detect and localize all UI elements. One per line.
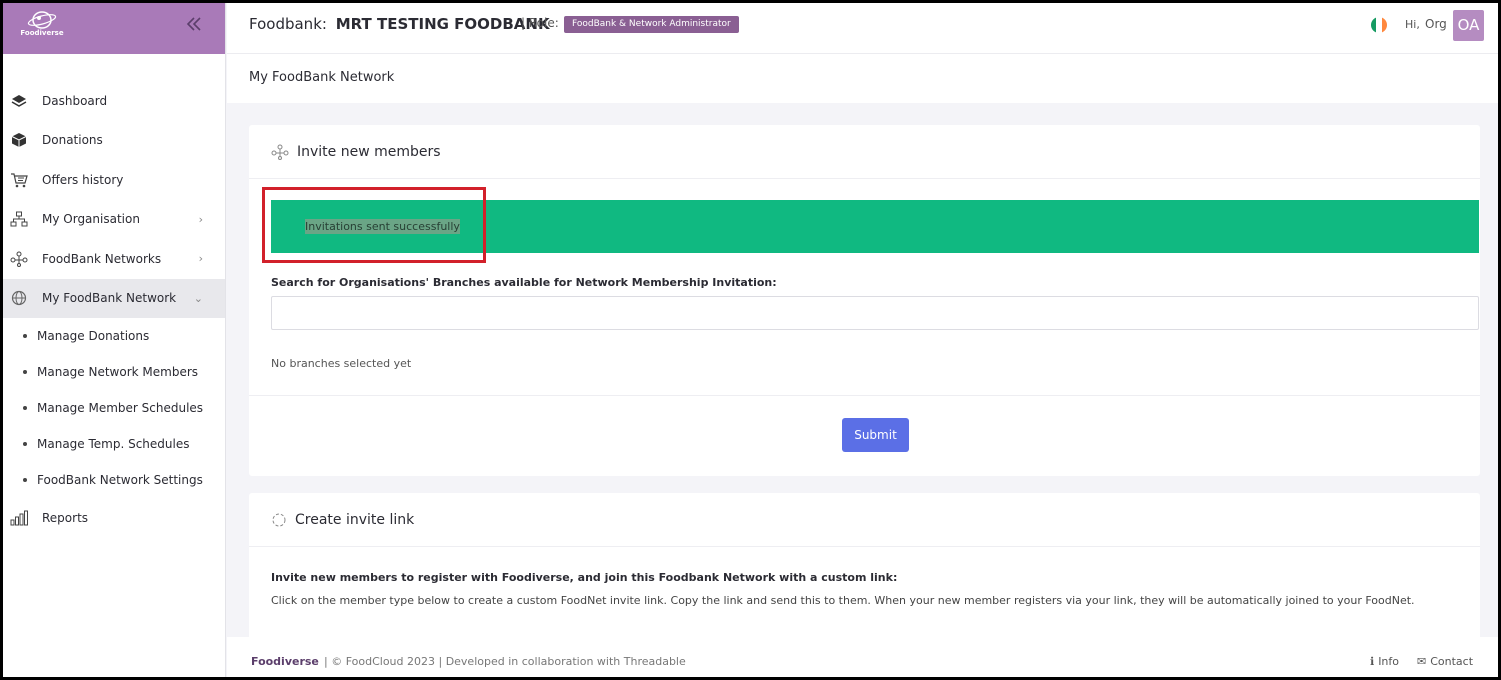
page-title: My FoodBank Network (249, 70, 395, 85)
submit-button[interactable]: Submit (842, 418, 909, 452)
greeting: Hi, (1405, 18, 1420, 31)
info-link[interactable]: ℹ Info (1370, 655, 1399, 668)
collapse-sidebar-button[interactable] (185, 15, 205, 35)
user-name[interactable]: Org (1425, 17, 1447, 31)
sidebar: Foodiverse Dashboard Donations Offers hi… (3, 3, 226, 677)
search-label: Search for Organisations' Branches avail… (271, 276, 777, 289)
role-label: | Role: (521, 16, 559, 30)
role-badge: FoodBank & Network Administrator (564, 16, 739, 33)
sidebar-item-donations[interactable]: Donations (3, 121, 225, 161)
no-branches-text: No branches selected yet (271, 357, 412, 370)
bullet-icon (23, 478, 27, 482)
card-header: Create invite link (249, 493, 1480, 547)
footer: Foodiverse | © FoodCloud 2023 | Develope… (227, 637, 1498, 677)
topbar: Foodbank: MRT TESTING FOODBANK | Role: F… (227, 3, 1498, 54)
chevron-right-icon: › (198, 252, 203, 266)
cart-icon (9, 170, 29, 190)
sidebar-item-label: Donations (42, 133, 103, 148)
contact-link[interactable]: ✉ Contact (1417, 655, 1473, 668)
sidebar-item-my-foodbank-network[interactable]: My FoodBank Network ⌄ (3, 278, 225, 318)
invite-link-heading: Invite new members to register with Food… (271, 571, 898, 584)
sidebar-subitem-label: Manage Network Members (37, 365, 199, 379)
sidebar-subitem-manage-network-members[interactable]: Manage Network Members (3, 354, 225, 390)
info-icon: ℹ (1370, 655, 1375, 668)
sidebar-subitem-label: Manage Member Schedules (37, 401, 204, 415)
sidebar-subitem-label: Manage Donations (37, 329, 150, 343)
divider (249, 395, 1480, 396)
box-icon (9, 130, 29, 150)
foodiverse-logo[interactable]: Foodiverse (17, 9, 67, 45)
card-header: Invite new members (249, 125, 1480, 179)
app-window: Foodiverse Dashboard Donations Offers hi… (3, 3, 1498, 677)
sidebar-subitem-label: Manage Temp. Schedules (37, 437, 190, 451)
sidebar-item-dashboard[interactable]: Dashboard (3, 81, 225, 121)
card-title: Invite new members (297, 143, 441, 160)
avatar[interactable]: OA (1453, 10, 1484, 41)
bar-chart-icon (9, 508, 29, 528)
ireland-flag-icon[interactable] (1371, 17, 1387, 33)
globe-icon (9, 288, 29, 308)
branch-search-input[interactable] (271, 296, 1479, 330)
sidebar-item-label: My FoodBank Network (42, 291, 177, 306)
foodbank-label: Foodbank: (249, 15, 327, 33)
brand-bar: Foodiverse (3, 3, 225, 54)
sidebar-item-label: Offers history (42, 172, 124, 187)
sidebar-item-offers-history[interactable]: Offers history (3, 160, 225, 200)
sidebar-item-reports[interactable]: Reports (3, 498, 225, 538)
chevron-right-icon: › (198, 212, 203, 226)
info-label: Info (1378, 655, 1400, 668)
envelope-icon: ✉ (1417, 655, 1427, 668)
footer-copyright: | © FoodCloud 2023 | Developed in collab… (324, 655, 686, 668)
chevron-down-icon: ⌄ (193, 291, 203, 305)
sidebar-item-foodbank-networks[interactable]: FoodBank Networks › (3, 239, 225, 279)
foodbank-name: MRT TESTING FOODBANK (335, 15, 550, 33)
sidebar-subitem-manage-donations[interactable]: Manage Donations (3, 318, 225, 354)
sidebar-subitem-manage-temp-schedules[interactable]: Manage Temp. Schedules (3, 426, 225, 462)
invite-members-card: Invite new members Invitations sent succ… (249, 125, 1480, 476)
card-title: Create invite link (295, 511, 415, 528)
network-icon (9, 249, 29, 269)
annotation-highlight-box (262, 187, 486, 263)
bullet-icon (23, 442, 27, 446)
globe-logo-icon (27, 11, 57, 29)
layers-icon (9, 91, 29, 111)
sidebar-item-label: Reports (42, 510, 89, 525)
footer-brand[interactable]: Foodiverse (251, 655, 319, 668)
sidebar-subitem-label: FoodBank Network Settings (37, 473, 203, 487)
sidebar-item-label: My Organisation (42, 212, 140, 227)
logo-text: Foodiverse (20, 29, 64, 37)
org-chart-icon (9, 209, 29, 229)
sidebar-item-label: Dashboard (42, 93, 108, 108)
sidebar-subitem-manage-member-schedules[interactable]: Manage Member Schedules (3, 390, 225, 426)
refresh-icon (271, 512, 287, 528)
page-header: My FoodBank Network (227, 54, 1498, 103)
invite-link-card: Create invite link Invite new members to… (249, 493, 1480, 643)
bullet-icon (23, 370, 27, 374)
contact-label: Contact (1430, 655, 1474, 668)
network-icon (271, 144, 289, 160)
sidebar-item-my-organisation[interactable]: My Organisation › (3, 200, 225, 240)
sidebar-item-label: FoodBank Networks (42, 251, 162, 266)
double-chevron-left-icon (186, 17, 201, 31)
sidebar-subitem-foodbank-network-settings[interactable]: FoodBank Network Settings (3, 462, 225, 498)
foodbank-heading: Foodbank: MRT TESTING FOODBANK (249, 15, 550, 33)
bullet-icon (23, 334, 27, 338)
invite-link-description: Click on the member type below to create… (271, 594, 1415, 607)
bullet-icon (23, 406, 27, 410)
sidebar-nav: Dashboard Donations Offers history My Or… (3, 81, 225, 538)
